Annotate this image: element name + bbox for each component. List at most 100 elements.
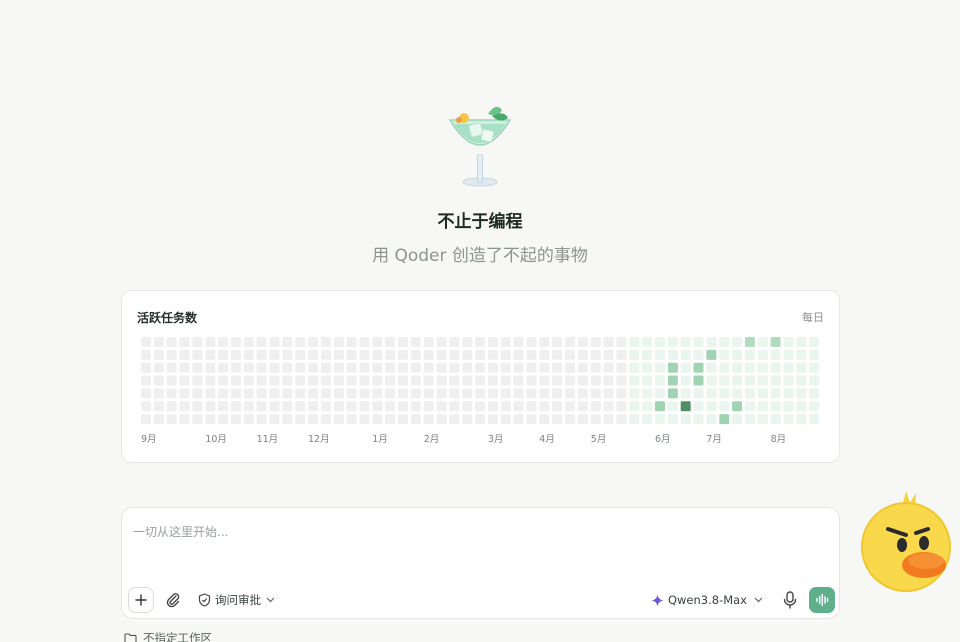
heatmap-cell bbox=[192, 388, 203, 399]
heatmap-cell-active bbox=[680, 401, 691, 412]
heatmap-cell bbox=[398, 388, 408, 399]
heatmap-cell bbox=[526, 375, 537, 386]
heatmap-cell bbox=[590, 388, 601, 399]
heatmap-cell bbox=[565, 388, 576, 399]
heatmap-cell bbox=[603, 401, 614, 412]
heatmap-cell bbox=[346, 362, 357, 373]
heatmap-cell bbox=[410, 375, 421, 386]
heatmap-cell bbox=[577, 362, 588, 373]
heatmap-cell-active bbox=[693, 362, 704, 373]
heatmap-cell bbox=[410, 388, 421, 399]
heatmap-cell bbox=[436, 388, 447, 399]
heatmap-cell bbox=[577, 375, 588, 386]
heatmap-cell bbox=[487, 375, 498, 386]
heatmap-cell bbox=[192, 401, 203, 412]
heatmap-cell bbox=[783, 362, 794, 373]
heatmap-cell bbox=[732, 388, 743, 399]
heatmap-cell bbox=[539, 337, 550, 347]
heatmap-cell bbox=[282, 349, 293, 360]
heatmap-cell bbox=[462, 362, 473, 373]
heatmap-cell bbox=[179, 414, 190, 425]
heatmap-cell bbox=[153, 362, 164, 373]
heatmap-cell bbox=[423, 349, 434, 360]
heatmap-cell bbox=[783, 388, 794, 399]
heatmap-cell bbox=[513, 388, 524, 399]
heatmap-cell bbox=[500, 375, 511, 386]
heatmap-cell bbox=[153, 388, 164, 399]
voice-button[interactable] bbox=[809, 587, 835, 613]
heatmap-cell bbox=[565, 401, 576, 412]
heatmap-cell bbox=[243, 388, 254, 399]
prompt-input[interactable] bbox=[133, 522, 823, 542]
microphone-icon[interactable] bbox=[781, 590, 799, 610]
model-select[interactable]: Qwen3.8-Max bbox=[651, 592, 763, 608]
heatmap-cell bbox=[462, 414, 473, 425]
heatmap-cell-active bbox=[655, 401, 665, 412]
heatmap-cell bbox=[655, 349, 665, 360]
heatmap-cell bbox=[218, 349, 229, 360]
heatmap-cell bbox=[757, 375, 768, 386]
heatmap-cell-active bbox=[667, 375, 678, 386]
heatmap-cell bbox=[179, 362, 190, 373]
heatmap-cell bbox=[372, 388, 383, 399]
paperclip-icon[interactable] bbox=[164, 591, 182, 609]
heatmap-cell bbox=[500, 401, 511, 412]
heatmap-cell bbox=[487, 388, 498, 399]
heatmap-cell bbox=[693, 401, 704, 412]
month-label: 4月 bbox=[539, 434, 555, 445]
heatmap-cell bbox=[436, 375, 447, 386]
heatmap-cell bbox=[757, 349, 768, 360]
heatmap-cell bbox=[141, 362, 151, 373]
heatmap-cell bbox=[153, 337, 164, 347]
heatmap-cell bbox=[295, 337, 306, 347]
heatmap-cell bbox=[552, 362, 563, 373]
heatmap-cell bbox=[693, 414, 704, 425]
activity-heatmap: 9月 10月 11月 12月 1月 2月 3月 4月 5月 6月 7月 8月 bbox=[141, 337, 820, 445]
heatmap-cell-active bbox=[667, 362, 678, 373]
heatmap-cell bbox=[320, 401, 331, 412]
heatmap-cell bbox=[218, 362, 229, 373]
heatmap-cell bbox=[231, 388, 241, 399]
heatmap-cell bbox=[218, 375, 229, 386]
heatmap-cell bbox=[436, 337, 447, 347]
heatmap-cell bbox=[192, 362, 203, 373]
add-button[interactable] bbox=[128, 587, 154, 613]
heatmap-cell bbox=[205, 337, 216, 347]
heatmap-cell bbox=[359, 401, 370, 412]
heatmap-cell bbox=[590, 414, 601, 425]
heatmap-cell bbox=[346, 388, 357, 399]
heatmap-cell bbox=[732, 414, 743, 425]
heatmap-cell bbox=[205, 414, 216, 425]
heatmap-cell bbox=[590, 349, 601, 360]
heatmap-cell bbox=[320, 362, 331, 373]
heatmap-cell bbox=[513, 414, 524, 425]
heatmap-cell bbox=[565, 337, 576, 347]
heatmap-cell bbox=[346, 401, 357, 412]
heatmap-cell bbox=[526, 362, 537, 373]
month-label: 7月 bbox=[706, 434, 722, 445]
heatmap-cell bbox=[243, 337, 254, 347]
heatmap-cell bbox=[141, 388, 151, 399]
heatmap-cell bbox=[243, 349, 254, 360]
heatmap-cell bbox=[308, 414, 318, 425]
month-label: 6月 bbox=[655, 434, 671, 445]
heatmap-cell bbox=[629, 375, 640, 386]
heatmap-cell bbox=[500, 362, 511, 373]
workspace-select[interactable]: 不指定工作区 bbox=[124, 631, 212, 642]
heatmap-cell bbox=[385, 349, 396, 360]
approval-mode-select[interactable]: 询问审批 bbox=[198, 592, 279, 608]
heatmap-cell bbox=[475, 401, 486, 412]
heatmap-cell bbox=[487, 414, 498, 425]
heatmap-cell bbox=[475, 414, 486, 425]
heatmap-cell bbox=[231, 375, 241, 386]
month-label: 12月 bbox=[308, 434, 330, 445]
heatmap-cell bbox=[269, 375, 280, 386]
heatmap-cell bbox=[295, 362, 306, 373]
heatmap-cell bbox=[153, 375, 164, 386]
heatmap-cell bbox=[565, 349, 576, 360]
heatmap-cell bbox=[410, 337, 421, 347]
heatmap-cell bbox=[655, 414, 665, 425]
heatmap-cell bbox=[410, 401, 421, 412]
duck-mascot-icon[interactable] bbox=[858, 489, 954, 593]
heatmap-cell bbox=[179, 401, 190, 412]
